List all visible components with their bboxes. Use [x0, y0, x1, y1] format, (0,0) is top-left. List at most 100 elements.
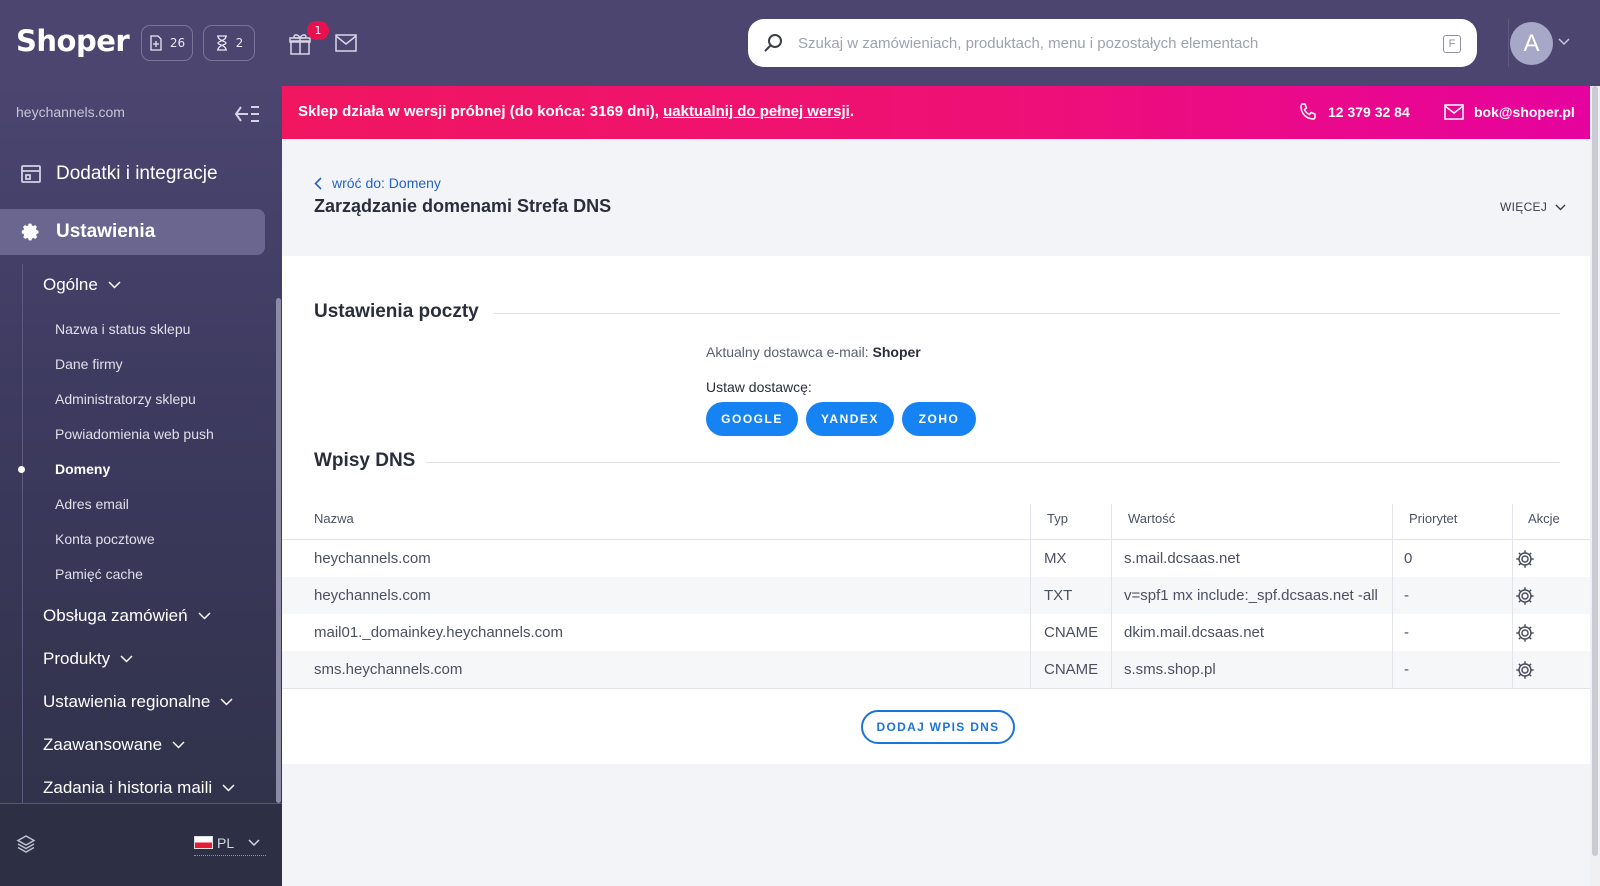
- dns-card: Ustawienia poczty Aktualny dostawca e-ma…: [282, 256, 1590, 764]
- upgrade-link[interactable]: uaktualnij do pełnej wersji: [663, 103, 850, 120]
- group-advanced[interactable]: Zaawansowane: [43, 735, 185, 755]
- collapse-sidebar-icon[interactable]: [234, 104, 260, 124]
- dns-type: CNAME: [1044, 661, 1099, 678]
- row-actions-gear-icon[interactable]: [1514, 548, 1536, 570]
- support-email[interactable]: bok@shoper.pl: [1444, 102, 1575, 122]
- current-provider: Aktualny dostawca e-mail: Shoper: [706, 344, 921, 360]
- column-header-value[interactable]: Wartość: [1128, 511, 1175, 526]
- more-menu-button[interactable]: WIĘCEJ: [1500, 200, 1566, 214]
- sub-item-shop-name[interactable]: Nazwa i status sklepu: [55, 321, 190, 337]
- column-header-name[interactable]: Nazwa: [314, 511, 354, 526]
- dns-priority: -: [1404, 661, 1409, 678]
- group-label: Ogólne: [43, 275, 98, 294]
- language-selector[interactable]: PL: [194, 830, 266, 856]
- trial-text: Sklep działa w wersji próbnej (do końca:…: [298, 103, 664, 120]
- group-order-handling[interactable]: Obsługa zamówień: [43, 606, 211, 626]
- row-actions-gear-icon[interactable]: [1514, 659, 1536, 681]
- chevron-down-icon: [248, 838, 260, 846]
- table-row: mail01._domainkey.heychannels.com CNAME …: [282, 614, 1590, 651]
- column-separator: [1030, 504, 1031, 688]
- orders-count: 26: [169, 36, 186, 50]
- page-scrollbar-thumb[interactable]: [1592, 86, 1598, 856]
- layers-icon[interactable]: [16, 834, 36, 854]
- sub-item-web-push[interactable]: Powiadomienia web push: [55, 426, 214, 442]
- sub-item-domains[interactable]: Domeny: [55, 461, 110, 477]
- chevron-down-icon: [222, 784, 235, 792]
- group-label: Obsługa zamówień: [43, 606, 188, 625]
- sub-item-company-data[interactable]: Dane firmy: [55, 356, 123, 372]
- group-label: Produkty: [43, 649, 111, 668]
- page-scrollbar[interactable]: [1590, 86, 1600, 886]
- mail-icon[interactable]: [335, 34, 357, 52]
- active-indicator-dot: [18, 466, 25, 473]
- group-label: Zaawansowane: [43, 735, 163, 754]
- dns-value: s.sms.shop.pl: [1124, 661, 1216, 678]
- group-general[interactable]: Ogólne: [43, 275, 121, 295]
- phone-number: 12 379 32 84: [1328, 104, 1410, 120]
- group-label: Ustawienia regionalne: [43, 692, 211, 711]
- sub-item-admins[interactable]: Administratorzy sklepu: [55, 391, 196, 407]
- yandex-provider-button[interactable]: YANDEX: [806, 402, 894, 436]
- nav-label: Dodatki i integracje: [56, 163, 218, 184]
- chevron-left-icon: [314, 176, 322, 190]
- support-phone[interactable]: 12 379 32 84: [1298, 102, 1410, 122]
- hourglass-icon: [216, 35, 227, 51]
- row-actions-gear-icon[interactable]: [1514, 622, 1536, 644]
- chevron-down-icon: [1555, 204, 1566, 210]
- back-link-label: wróć do: Domeny: [332, 175, 441, 191]
- group-regional-settings[interactable]: Ustawienia regionalne: [43, 692, 233, 712]
- sub-item-mail-accounts[interactable]: Konta pocztowe: [55, 531, 155, 547]
- gear-icon: [21, 223, 39, 241]
- zoho-provider-button[interactable]: ZOHO: [902, 402, 976, 436]
- chevron-down-icon: [172, 741, 185, 749]
- search-shortcut-key: F: [1443, 35, 1461, 53]
- nav-addons-integrations[interactable]: Dodatki i integracje: [0, 151, 265, 197]
- table-row: heychannels.com TXT v=spf1 mx include:_s…: [282, 577, 1590, 614]
- dns-priority: -: [1404, 587, 1409, 604]
- column-separator: [1111, 504, 1112, 688]
- sub-item-email-address[interactable]: Adres email: [55, 496, 129, 512]
- chevron-down-icon: [220, 698, 233, 706]
- section-divider: [426, 462, 1560, 463]
- search-icon: [764, 34, 782, 52]
- dns-type: TXT: [1044, 587, 1073, 604]
- row-actions-gear-icon[interactable]: [1514, 585, 1536, 607]
- column-separator: [1392, 504, 1393, 688]
- column-header-actions: Akcje: [1528, 511, 1560, 526]
- shoper-logo[interactable]: Shoper: [16, 24, 130, 58]
- current-provider-value: Shoper: [872, 344, 921, 360]
- add-dns-entry-button[interactable]: DODAJ WPIS DNS: [861, 710, 1015, 744]
- dns-name: heychannels.com: [314, 550, 431, 567]
- sub-item-cache[interactable]: Pamięć cache: [55, 566, 143, 582]
- nav-settings[interactable]: Ustawienia: [0, 209, 265, 255]
- window-icon: [21, 165, 41, 183]
- google-provider-button[interactable]: GOOGLE: [706, 402, 798, 436]
- dns-name: heychannels.com: [314, 587, 431, 604]
- sidebar-scrollbar[interactable]: [276, 298, 281, 803]
- user-avatar[interactable]: A: [1510, 22, 1553, 65]
- dns-name: mail01._domainkey.heychannels.com: [314, 624, 564, 641]
- group-products[interactable]: Produkty: [43, 649, 133, 669]
- search-input[interactable]: [798, 29, 1398, 57]
- pending-counter-button[interactable]: 2: [203, 25, 255, 61]
- gift-badge: 1: [307, 21, 329, 40]
- main-content: wróć do: Domeny Zarządzanie domenami Str…: [282, 139, 1590, 886]
- table-row: sms.heychannels.com CNAME s.sms.shop.pl …: [282, 651, 1590, 688]
- email-address: bok@shoper.pl: [1474, 104, 1575, 120]
- submenu-rail: [22, 264, 23, 884]
- trial-suffix: .: [849, 103, 854, 120]
- table-row: heychannels.com MX s.mail.dcsaas.net 0: [282, 540, 1590, 577]
- column-header-priority[interactable]: Priorytet: [1409, 511, 1457, 526]
- back-link[interactable]: wróć do: Domeny: [314, 175, 441, 191]
- dns-entries-title: Wpisy DNS: [314, 450, 416, 471]
- group-tasks-mail-history[interactable]: Zadania i historia maili: [43, 778, 235, 798]
- orders-counter-button[interactable]: 26: [141, 25, 193, 61]
- dns-priority: -: [1404, 624, 1409, 641]
- envelope-icon: [1444, 104, 1464, 120]
- column-header-type[interactable]: Typ: [1047, 511, 1068, 526]
- chevron-down-icon[interactable]: [1558, 38, 1570, 46]
- trial-banner: Sklep działa w wersji próbnej (do końca:…: [282, 86, 1590, 139]
- topbar-divider: [1508, 19, 1509, 67]
- language-code: PL: [217, 834, 235, 851]
- top-bar: Shoper 26 2 1 F A: [0, 0, 1600, 86]
